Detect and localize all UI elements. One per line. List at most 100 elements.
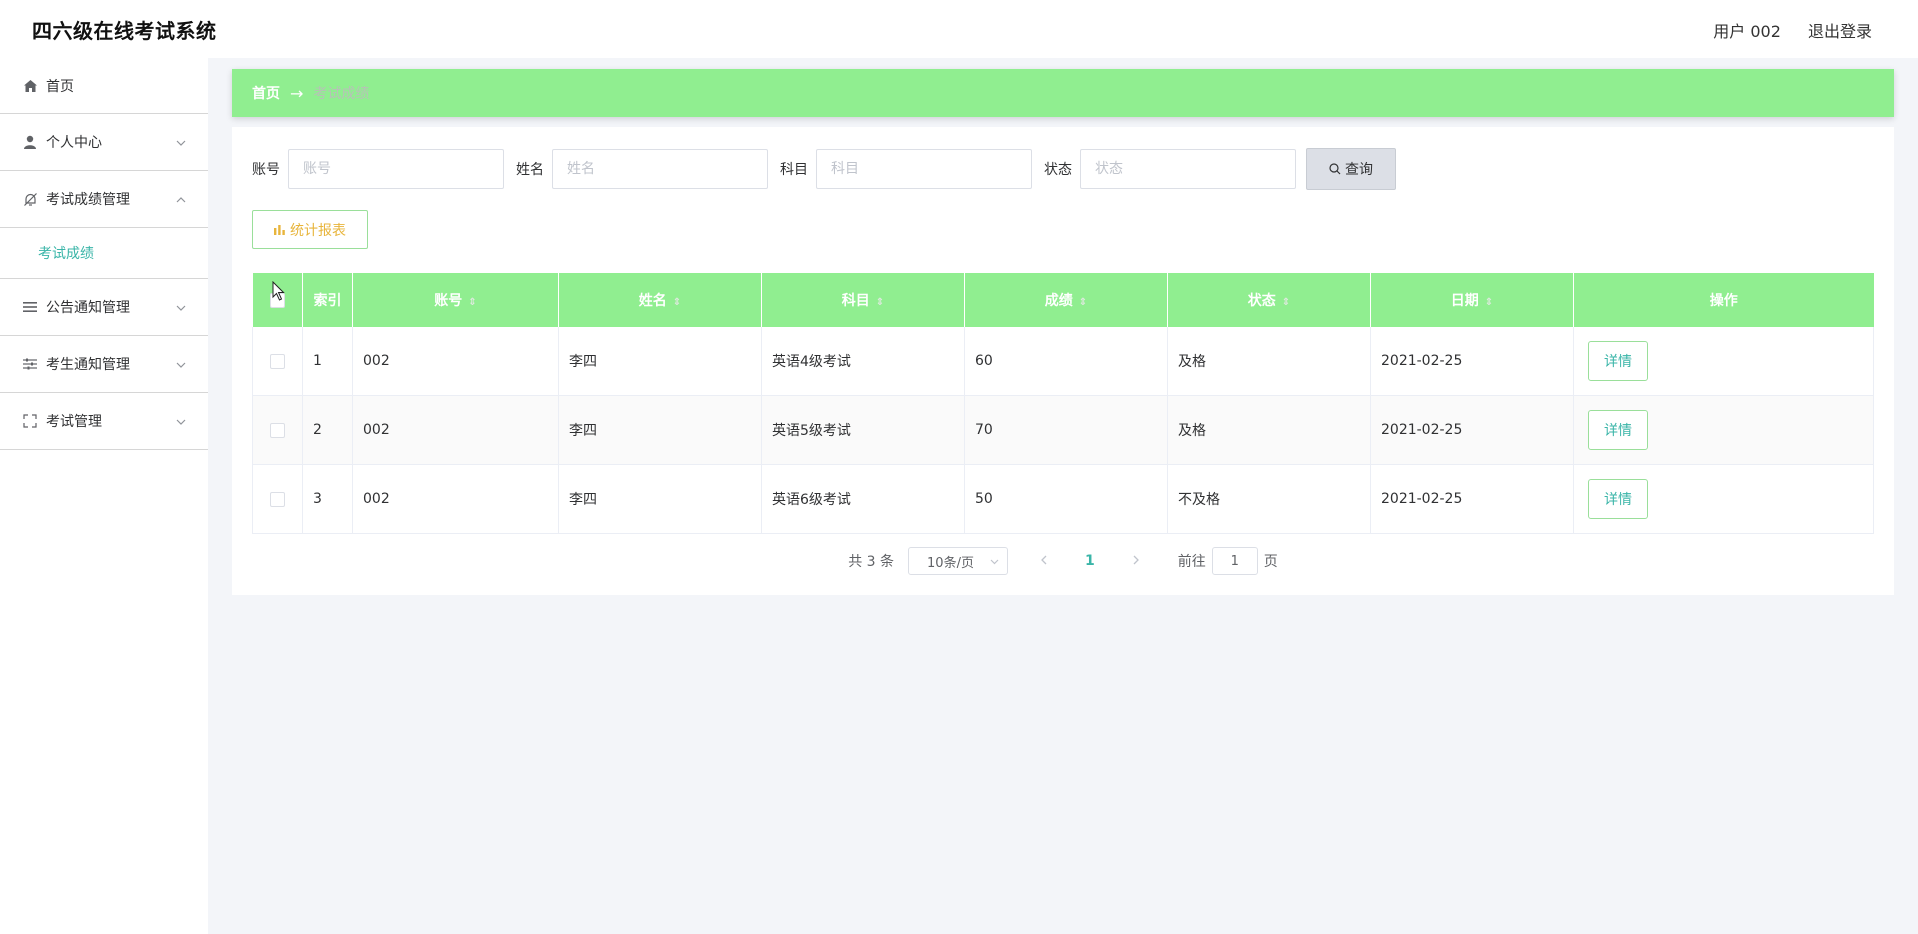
- mouse-cursor-icon: [272, 280, 286, 305]
- cell-score: 60: [964, 327, 1168, 396]
- sidebar-item-label: 首页: [46, 78, 74, 95]
- column-header-action: 操作: [1573, 273, 1874, 327]
- sidebar-item-announcements[interactable]: 公告通知管理: [0, 279, 208, 336]
- cell-action: 详情: [1573, 464, 1874, 534]
- chevron-up-icon: [176, 191, 186, 207]
- column-header-name[interactable]: 姓名 ⇕: [558, 273, 762, 327]
- account-input[interactable]: [288, 149, 504, 189]
- row-checkbox-cell[interactable]: [252, 327, 303, 396]
- cell-subject: 英语5级考试: [761, 395, 965, 465]
- bell-off-icon: [22, 191, 38, 207]
- sliders-icon: [22, 356, 38, 372]
- cell-subject: 英语6级考试: [761, 464, 965, 534]
- search-icon: [1329, 163, 1341, 175]
- goto-page-input[interactable]: [1211, 547, 1258, 575]
- sort-icon[interactable]: ⇕: [876, 297, 884, 308]
- sidebar-item-home[interactable]: 首页: [0, 58, 208, 114]
- cell-index: 1: [302, 327, 353, 396]
- cell-account: 002: [352, 395, 559, 465]
- subject-input[interactable]: [816, 149, 1032, 189]
- column-header-status[interactable]: 状态 ⇕: [1167, 273, 1371, 327]
- cell-account: 002: [352, 464, 559, 534]
- sidebar-item-student-notices[interactable]: 考生通知管理: [0, 336, 208, 393]
- top-bar: 四六级在线考试系统 用户 002 退出登录: [0, 0, 1918, 58]
- user-name: 用户 002: [1713, 22, 1781, 41]
- column-header-date[interactable]: 日期 ⇕: [1370, 273, 1574, 327]
- sidebar-item-label: 公告通知管理: [46, 300, 130, 316]
- cell-action: 详情: [1573, 327, 1874, 396]
- cell-index: 2: [302, 395, 353, 465]
- name-input[interactable]: [552, 149, 768, 189]
- column-header-account[interactable]: 账号 ⇕: [352, 273, 559, 327]
- scores-table: 索引 账号 ⇕ 姓名 ⇕ 科目 ⇕ 成绩 ⇕ 状态 ⇕ 日期 ⇕ 操作 1 002 李四 英…: [252, 273, 1874, 534]
- breadcrumb: 首页 → 考试成绩: [232, 69, 1894, 117]
- column-header-score[interactable]: 成绩 ⇕: [964, 273, 1168, 327]
- user-area: 用户 002 退出登录: [1691, 18, 1872, 42]
- next-page-icon[interactable]: [1133, 553, 1140, 569]
- row-checkbox[interactable]: [270, 422, 285, 438]
- search-label-account: 账号: [252, 162, 280, 178]
- status-input[interactable]: [1080, 149, 1296, 189]
- table-row: 2 002 李四 英语5级考试 70 及格 2021-02-25 详情: [252, 395, 1874, 465]
- sort-icon[interactable]: ⇕: [468, 297, 476, 308]
- prev-page-icon[interactable]: [1040, 553, 1047, 569]
- sidebar-item-label: 个人中心: [46, 135, 102, 151]
- sort-icon[interactable]: ⇕: [673, 297, 681, 308]
- search-bar: 账号 姓名 科目 状态 查询: [252, 148, 1396, 190]
- cell-date: 2021-02-25: [1370, 327, 1574, 396]
- sidebar-item-exam-management[interactable]: 考试管理: [0, 393, 208, 450]
- app-title: 四六级在线考试系统: [32, 19, 217, 43]
- sidebar-subitem-exam-scores[interactable]: 考试成绩: [0, 228, 208, 279]
- row-checkbox[interactable]: [270, 491, 285, 507]
- cell-name: 李四: [558, 327, 762, 396]
- breadcrumb-current: 考试成绩: [313, 86, 370, 102]
- sort-icon[interactable]: ⇕: [1079, 297, 1087, 308]
- sort-icon[interactable]: ⇕: [1485, 297, 1493, 308]
- detail-button[interactable]: 详情: [1588, 410, 1648, 450]
- table-row: 1 002 李四 英语4级考试 60 及格 2021-02-25 详情: [252, 327, 1874, 396]
- row-checkbox-cell[interactable]: [252, 395, 303, 465]
- sort-icon[interactable]: ⇕: [1282, 297, 1290, 308]
- page-size-value: 10条/页: [927, 555, 974, 571]
- chevron-down-icon: [990, 554, 999, 569]
- breadcrumb-home[interactable]: 首页: [252, 83, 280, 103]
- table-row: 3 002 李四 英语6级考试 50 不及格 2021-02-25 详情: [252, 464, 1874, 534]
- cell-name: 李四: [558, 464, 762, 534]
- goto-prefix: 前往: [1177, 554, 1206, 570]
- cell-date: 2021-02-25: [1370, 464, 1574, 534]
- search-label-subject: 科目: [780, 162, 808, 178]
- cell-score: 50: [964, 464, 1168, 534]
- page-jumper: 前往 页: [1178, 547, 1278, 575]
- stats-report-button[interactable]: 统计报表: [252, 210, 368, 249]
- search-label-name: 姓名: [516, 162, 544, 178]
- logout-link[interactable]: 退出登录: [1808, 22, 1872, 41]
- detail-button[interactable]: 详情: [1588, 479, 1648, 519]
- sidebar-item-score-management[interactable]: 考试成绩管理: [0, 171, 208, 228]
- list-icon: [22, 299, 38, 315]
- cell-subject: 英语4级考试: [761, 327, 965, 396]
- chevron-down-icon: [176, 413, 186, 429]
- cell-score: 70: [964, 395, 1168, 465]
- search-button-label: 查询: [1345, 162, 1373, 178]
- detail-button[interactable]: 详情: [1588, 341, 1648, 381]
- row-checkbox[interactable]: [270, 353, 285, 369]
- sidebar-item-profile[interactable]: 个人中心: [0, 114, 208, 171]
- page-size-select[interactable]: 10条/页: [908, 547, 1009, 575]
- pagination: 共 3 条 10条/页 1 前往 页: [232, 547, 1894, 575]
- page-number[interactable]: 1: [1085, 553, 1095, 569]
- sidebar: 首页 个人中心 考试成绩管理 考试成绩 公告通知管理 考生通知管理 考试管理: [0, 58, 208, 934]
- bar-chart-icon: [274, 224, 285, 235]
- pagination-total: 共 3 条: [848, 554, 895, 570]
- search-button[interactable]: 查询: [1306, 148, 1396, 190]
- column-header-subject[interactable]: 科目 ⇕: [761, 273, 965, 327]
- table-header-row: 索引 账号 ⇕ 姓名 ⇕ 科目 ⇕ 成绩 ⇕ 状态 ⇕ 日期 ⇕ 操作: [252, 273, 1874, 327]
- cell-action: 详情: [1573, 395, 1874, 465]
- cell-status: 及格: [1167, 327, 1371, 396]
- stats-report-label: 统计报表: [290, 222, 346, 239]
- goto-suffix: 页: [1263, 554, 1278, 570]
- cell-index: 3: [302, 464, 353, 534]
- row-checkbox-cell[interactable]: [252, 464, 303, 534]
- cell-name: 李四: [558, 395, 762, 465]
- fullscreen-icon: [22, 413, 38, 429]
- column-header-index: 索引: [302, 273, 353, 327]
